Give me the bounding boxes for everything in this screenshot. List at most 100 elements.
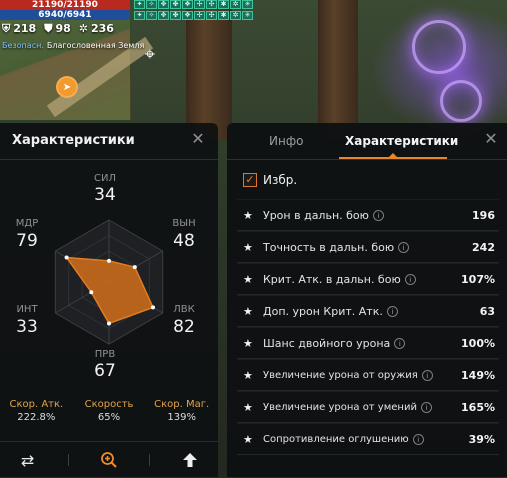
stat-value: 100% (461, 336, 495, 350)
stat-list: ★ Урон в дальн. бою i 196 ★ Точность в дальн… (237, 199, 499, 455)
stat-value: 242 (472, 240, 495, 254)
shield-icon: ⛨ (2, 22, 11, 35)
star-icon[interactable]: ★ (243, 209, 255, 222)
buff-icon[interactable]: ✥ (158, 0, 169, 9)
buff-icon[interactable]: ✦ (134, 10, 145, 20)
list-item[interactable]: ★ Увеличение урона от оружия i 149% (237, 359, 499, 391)
buff-icon[interactable]: ✱ (218, 0, 229, 9)
info-icon[interactable]: i (404, 273, 416, 285)
buff-icon[interactable]: ✲ (230, 10, 241, 20)
hud-stat-defense: ⛨ 218 (2, 22, 36, 36)
list-item[interactable]: ★ Урон в дальн. бою i 196 (237, 199, 499, 231)
star-icon[interactable]: ★ (243, 433, 255, 446)
buff-icon[interactable]: ✦ (134, 0, 145, 9)
info-icon[interactable]: i (372, 209, 384, 221)
buff-icon[interactable]: ✲ (230, 0, 241, 9)
radar-value-prv: 67 (94, 361, 116, 381)
buff-icon[interactable]: ✳ (242, 10, 253, 20)
tab-characteristics[interactable]: Характеристики (345, 134, 458, 148)
active-tab-indicator (339, 157, 447, 159)
zoom-in-icon[interactable] (94, 447, 124, 473)
star-icon[interactable]: ★ (243, 337, 255, 350)
buff-icon[interactable]: ✢ (194, 0, 205, 9)
hud-stat-power: ✲ 236 (79, 22, 114, 36)
divider (67, 454, 69, 466)
star-icon[interactable]: ★ (243, 273, 255, 286)
star-icon[interactable]: ★ (243, 369, 255, 382)
stat-name: Увеличение урона от оружия (263, 369, 418, 381)
buff-icon[interactable]: ✥ (158, 10, 169, 20)
player-marker-icon: ➤ (56, 76, 78, 98)
buff-icon[interactable]: ✣ (206, 10, 217, 20)
list-item[interactable]: ★ Шанс двойного урона i 100% (237, 327, 499, 359)
stat-attack-speed: Скор. Атк. 222.8% (0, 399, 73, 433)
list-item[interactable]: ★ Крит. Атк. в дальн. бою i 107% (237, 263, 499, 295)
armor-icon: ⛊ (44, 22, 53, 35)
stat-name: Урон в дальн. бою (263, 208, 369, 222)
zoom-in-glyph (101, 452, 117, 468)
info-icon[interactable]: i (394, 337, 406, 349)
magic-orb (412, 20, 466, 74)
buff-bar: ✦ ✧ ✥ ✤ ❖ ✢ ✣ ✱ ✲ ✳ ✦ ✧ ✥ ✤ ❖ ✢ ✣ ✱ ✲ ✳ (134, 0, 259, 20)
stat-value: 39% (468, 432, 495, 446)
list-item[interactable]: ★ Сопротивление оглушению i 39% (237, 423, 499, 455)
stat-value: 107% (461, 272, 495, 286)
buff-icon[interactable]: ✢ (194, 10, 205, 20)
tab-info[interactable]: Инфо (269, 134, 303, 148)
stat-value: 165% (461, 400, 495, 414)
buff-icon[interactable]: ❖ (182, 10, 193, 20)
checkbox-checked-icon: ✓ (243, 173, 257, 187)
stat-value: 65% (97, 412, 121, 423)
info-icon[interactable]: i (398, 241, 410, 253)
buff-icon[interactable]: ✳ (242, 0, 253, 9)
close-icon[interactable]: ✕ (483, 131, 499, 147)
hud-stats: ⛨ 218 ⛊ 98 ✲ 236 (2, 22, 114, 36)
info-icon[interactable]: i (421, 369, 433, 381)
info-icon[interactable]: i (412, 433, 424, 445)
radar-label-sil: СИЛ (94, 173, 116, 184)
active-tab-caret (389, 153, 397, 157)
stat-label: Скорость (84, 399, 134, 410)
panel-header: Характеристики ✕ (0, 123, 218, 160)
mp-bar: 6940/6941 (0, 10, 130, 20)
star-icon[interactable]: ★ (243, 401, 255, 414)
info-icon[interactable]: i (420, 401, 432, 413)
upgrade-arrow-icon[interactable] (175, 447, 205, 473)
buff-icon[interactable]: ✤ (170, 10, 181, 20)
star-icon[interactable]: ★ (243, 241, 255, 254)
radar-point-int (89, 290, 94, 295)
favorites-label: Избр. (263, 173, 298, 187)
buff-icon[interactable]: ✧ (146, 10, 157, 20)
stat-move-speed: Скорость 65% (73, 399, 146, 433)
list-item[interactable]: ★ Точность в дальн. бою i 242 (237, 231, 499, 263)
panel-footer: ⇄ (0, 441, 218, 478)
buff-icon[interactable]: ✣ (206, 0, 217, 9)
radar-point-lvk (151, 305, 155, 310)
buff-icon[interactable]: ✧ (146, 0, 157, 9)
stat-name: Шанс двойного урона (263, 336, 391, 350)
list-item[interactable]: ★ Доп. урон Крит. Атк. i 63 (237, 295, 499, 327)
divider (149, 454, 151, 466)
list-item[interactable]: ★ Увеличение урона от умений i 165% (237, 391, 499, 423)
buff-icon[interactable]: ❖ (182, 0, 193, 9)
zone-label: Безопасн. Благословенная Земля (2, 41, 144, 50)
characteristics-panel: Характеристики ✕ СИЛ 34 ВЫН 48 ЛВК 82 ПР… (0, 123, 218, 477)
favorites-checkbox[interactable]: ✓ Избр. (243, 173, 297, 187)
close-icon[interactable]: ✕ (190, 131, 206, 147)
secondary-stats: Скор. Атк. 222.8% Скорость 65% Скор. Маг… (0, 399, 218, 433)
panel-title: Характеристики (12, 133, 135, 148)
swap-icon[interactable]: ⇄ (13, 447, 43, 473)
stat-label: Скор. Маг. (154, 399, 210, 410)
stat-name: Доп. урон Крит. Атк. (263, 304, 383, 318)
buff-icon[interactable]: ✱ (218, 10, 229, 20)
radar-label-int: ИНТ (16, 304, 38, 315)
star-icon[interactable]: ★ (243, 305, 255, 318)
info-icon[interactable]: i (386, 305, 398, 317)
radar-label-lvk: ЛВК (173, 304, 195, 315)
stat-value: 222.8% (17, 412, 56, 423)
radar-point-sil (107, 258, 111, 263)
zone-safety-tag: Безопасн. (2, 41, 44, 50)
buff-icon[interactable]: ✤ (170, 0, 181, 9)
stat-value: 196 (472, 208, 495, 222)
radar-label-mdr: МДР (15, 218, 39, 229)
